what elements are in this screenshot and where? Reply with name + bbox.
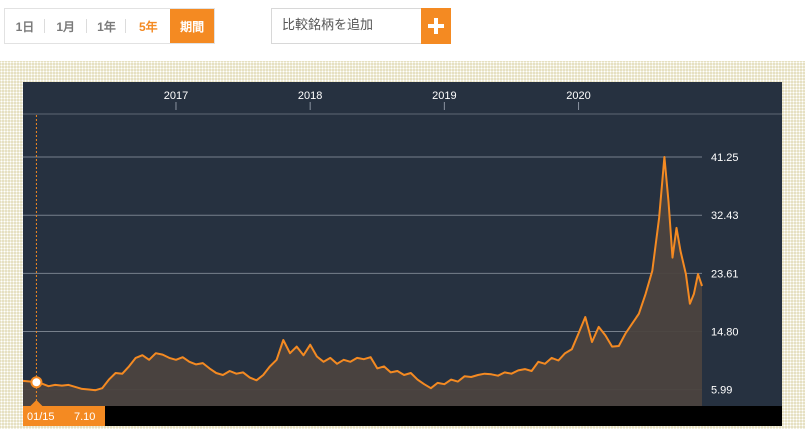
y-tick-label: 32.43 bbox=[711, 210, 739, 222]
x-tick-label: 2019 bbox=[432, 90, 456, 102]
y-tick-label: 14.80 bbox=[711, 326, 739, 338]
y-tick-label: 41.25 bbox=[711, 152, 739, 164]
crosshair-value-label: 7.10 bbox=[74, 411, 95, 423]
compare-symbol-placeholder: 比較銘柄を追加 bbox=[282, 18, 374, 33]
range-tab-custom-period[interactable]: 期間 bbox=[170, 9, 215, 43]
y-tick-label: 5.99 bbox=[711, 385, 732, 397]
crosshair-marker bbox=[30, 376, 43, 389]
add-compare-button[interactable] bbox=[421, 8, 451, 44]
range-tab-1m[interactable]: 1月 bbox=[45, 9, 87, 43]
plus-icon bbox=[428, 18, 444, 34]
range-tab-5y[interactable]: 5年 bbox=[126, 9, 170, 43]
x-tick-label: 2020 bbox=[566, 90, 590, 102]
y-tick-label: 23.61 bbox=[711, 268, 739, 280]
crosshair-date-label: 01/15 bbox=[27, 411, 55, 423]
range-tab-1d[interactable]: 1日 bbox=[5, 9, 45, 43]
chart-frame: 2017 2018 2019 2020 41.25 32.43 23.61 14.80 5.99… bbox=[0, 61, 805, 429]
range-tab-1y[interactable]: 1年 bbox=[87, 9, 127, 43]
compare-symbol-field[interactable]: 比較銘柄を追加 bbox=[271, 8, 451, 44]
x-tick-label: 2017 bbox=[164, 90, 188, 102]
time-scrubber-bar bbox=[23, 406, 782, 426]
range-tabs: 1日 1月 1年 5年 期間 bbox=[4, 8, 215, 44]
x-tick-label: 2018 bbox=[298, 90, 322, 102]
price-chart[interactable]: 2017 2018 2019 2020 41.25 32.43 23.61 14.80 5.99… bbox=[0, 61, 805, 429]
